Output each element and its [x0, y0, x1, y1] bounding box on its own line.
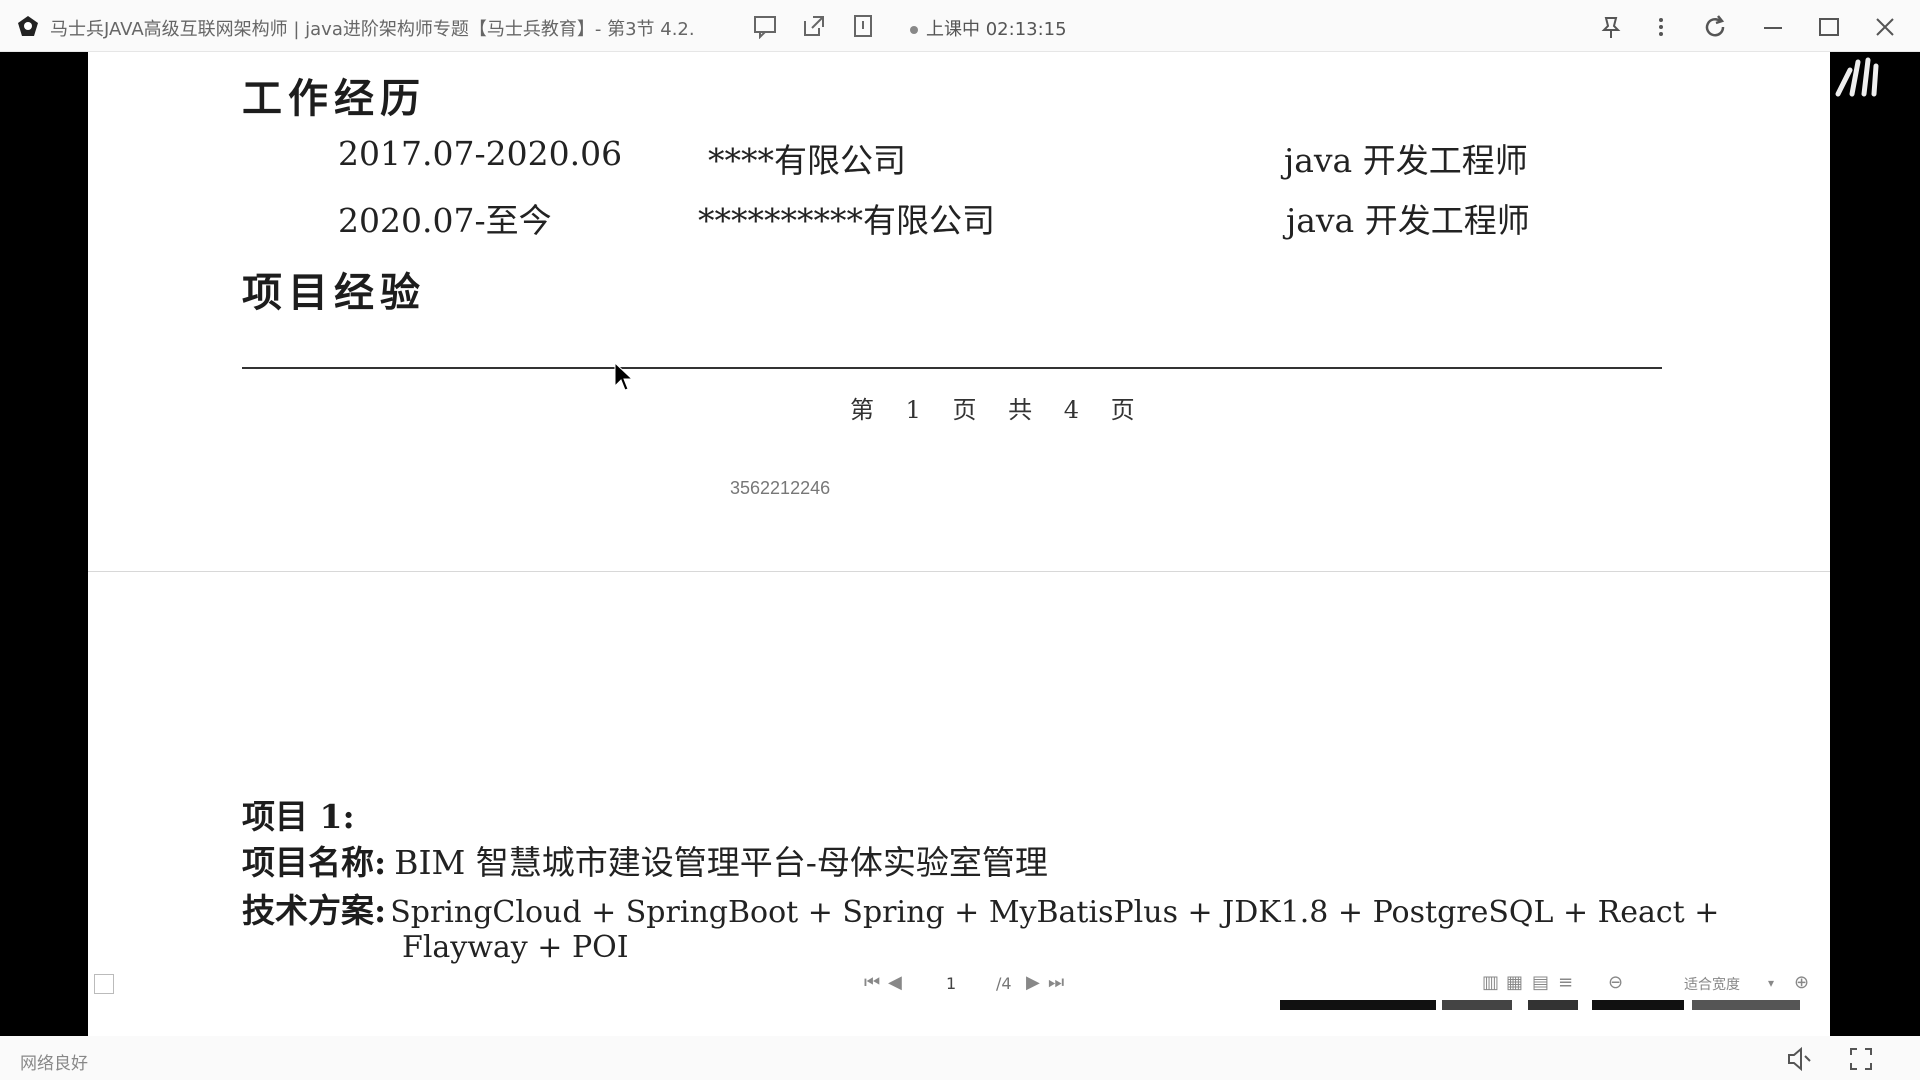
zoom-out-icon[interactable]: ⊖ [1608, 972, 1623, 993]
rotate-view-icon[interactable]: ≡ [1558, 972, 1573, 993]
zoom-dropdown-icon[interactable]: ▾ [1768, 976, 1774, 990]
total-pages: /4 [996, 974, 1012, 993]
job-company: ****有限公司 [708, 141, 906, 180]
video-letterbox-right [1830, 52, 1920, 1036]
thumbnail[interactable] [1442, 1000, 1512, 1010]
last-page-icon[interactable]: ⏭ [1048, 972, 1064, 993]
status-dot [910, 26, 918, 34]
tech-line: 技术方案: SpringCloud + SpringBoot + Spring +… [242, 884, 1719, 932]
info-icon[interactable] [850, 13, 876, 39]
tech-value-line1: SpringCloud + SpringBoot + Spring + MyBa… [390, 895, 1720, 930]
thumbnail[interactable] [1280, 1000, 1436, 1010]
document-viewport: 工作经历 2017.07-2020.06 ****有限公司 java 开发工程师… [88, 52, 1830, 1000]
maximize-icon[interactable] [1814, 12, 1844, 42]
network-status: 网络良好 [20, 1054, 88, 1074]
tech-value-line2: Flayway + POI [402, 930, 629, 965]
close-icon[interactable] [1870, 12, 1900, 42]
job-period: 2017.07-2020.06 [338, 134, 623, 173]
prev-page-icon[interactable]: ◀ [888, 972, 902, 993]
two-page-view-icon[interactable]: ▦ [1506, 972, 1523, 993]
pin-icon[interactable] [1596, 12, 1626, 42]
current-page-input[interactable]: 1 [946, 974, 956, 993]
sidebar-toggle-icon[interactable] [94, 974, 114, 994]
thumbnail-strip [1262, 1000, 1830, 1036]
next-page-icon[interactable]: ▶ [1026, 972, 1040, 993]
mouse-cursor-icon [614, 362, 634, 391]
refresh-icon[interactable] [1700, 12, 1730, 42]
footer-divider [242, 367, 1662, 369]
job-title: java 开发工程师 [1286, 201, 1530, 240]
page-watermark-id: 3562212246 [730, 478, 831, 498]
app-logo-icon [18, 16, 38, 36]
zoom-select[interactable]: 适合宽度 [1684, 974, 1740, 994]
open-external-icon[interactable] [801, 13, 827, 39]
window-title: 马士兵JAVA高级互联网架构师 | java进阶架构师专题【马士兵教育】- 第3… [50, 19, 695, 40]
project-name-value: BIM 智慧城市建设管理平台-母体实验室管理 [394, 843, 1048, 882]
project-experience-heading: 项目经验 [242, 269, 426, 316]
zoom-in-icon[interactable]: ⊕ [1794, 972, 1809, 993]
more-icon[interactable] [1646, 12, 1676, 42]
job-title: java 开发工程师 [1284, 141, 1528, 180]
project-name-label: 项目名称: [242, 843, 387, 882]
comment-icon[interactable] [752, 13, 778, 39]
thumbnail[interactable] [1692, 1000, 1800, 1010]
page-footer: 第 1 页 共 4 页 [850, 396, 1147, 424]
watermark-logo-icon [1835, 57, 1879, 97]
thumbnail[interactable] [1592, 1000, 1684, 1010]
work-experience-heading: 工作经历 [242, 75, 426, 122]
fullscreen-icon[interactable] [1846, 1044, 1876, 1074]
video-letterbox-left [0, 52, 88, 1036]
pdf-toolbar: ⏮ ◀ 1 /4 ▶ ⏭ ▥ ▦ ▤ ≡ ⊖ 适合宽度 ▾ ⊕ [88, 968, 1830, 1000]
class-status-text: 上课中 02:13:15 [926, 19, 1067, 40]
bottom-bar: 网络良好 [0, 1036, 1920, 1080]
minimize-icon[interactable] [1758, 12, 1788, 42]
single-page-view-icon[interactable]: ▥ [1482, 972, 1499, 993]
page-separator [88, 571, 1830, 572]
first-page-icon[interactable]: ⏮ [864, 972, 880, 993]
tech-label: 技术方案: [242, 891, 387, 930]
project-index: 项目 1: [242, 797, 355, 836]
job-company: **********有限公司 [698, 201, 995, 240]
job-period: 2020.07-至今 [338, 201, 552, 240]
title-bar: 马士兵JAVA高级互联网架构师 | java进阶架构师专题【马士兵教育】- 第3… [0, 0, 1920, 52]
continuous-view-icon[interactable]: ▤ [1532, 972, 1549, 993]
class-status: 上课中 02:13:15 [910, 15, 1067, 41]
volume-icon[interactable] [1784, 1044, 1814, 1074]
thumbnail[interactable] [1528, 1000, 1578, 1010]
project-name-line: 项目名称: BIM 智慧城市建设管理平台-母体实验室管理 [242, 836, 1048, 884]
